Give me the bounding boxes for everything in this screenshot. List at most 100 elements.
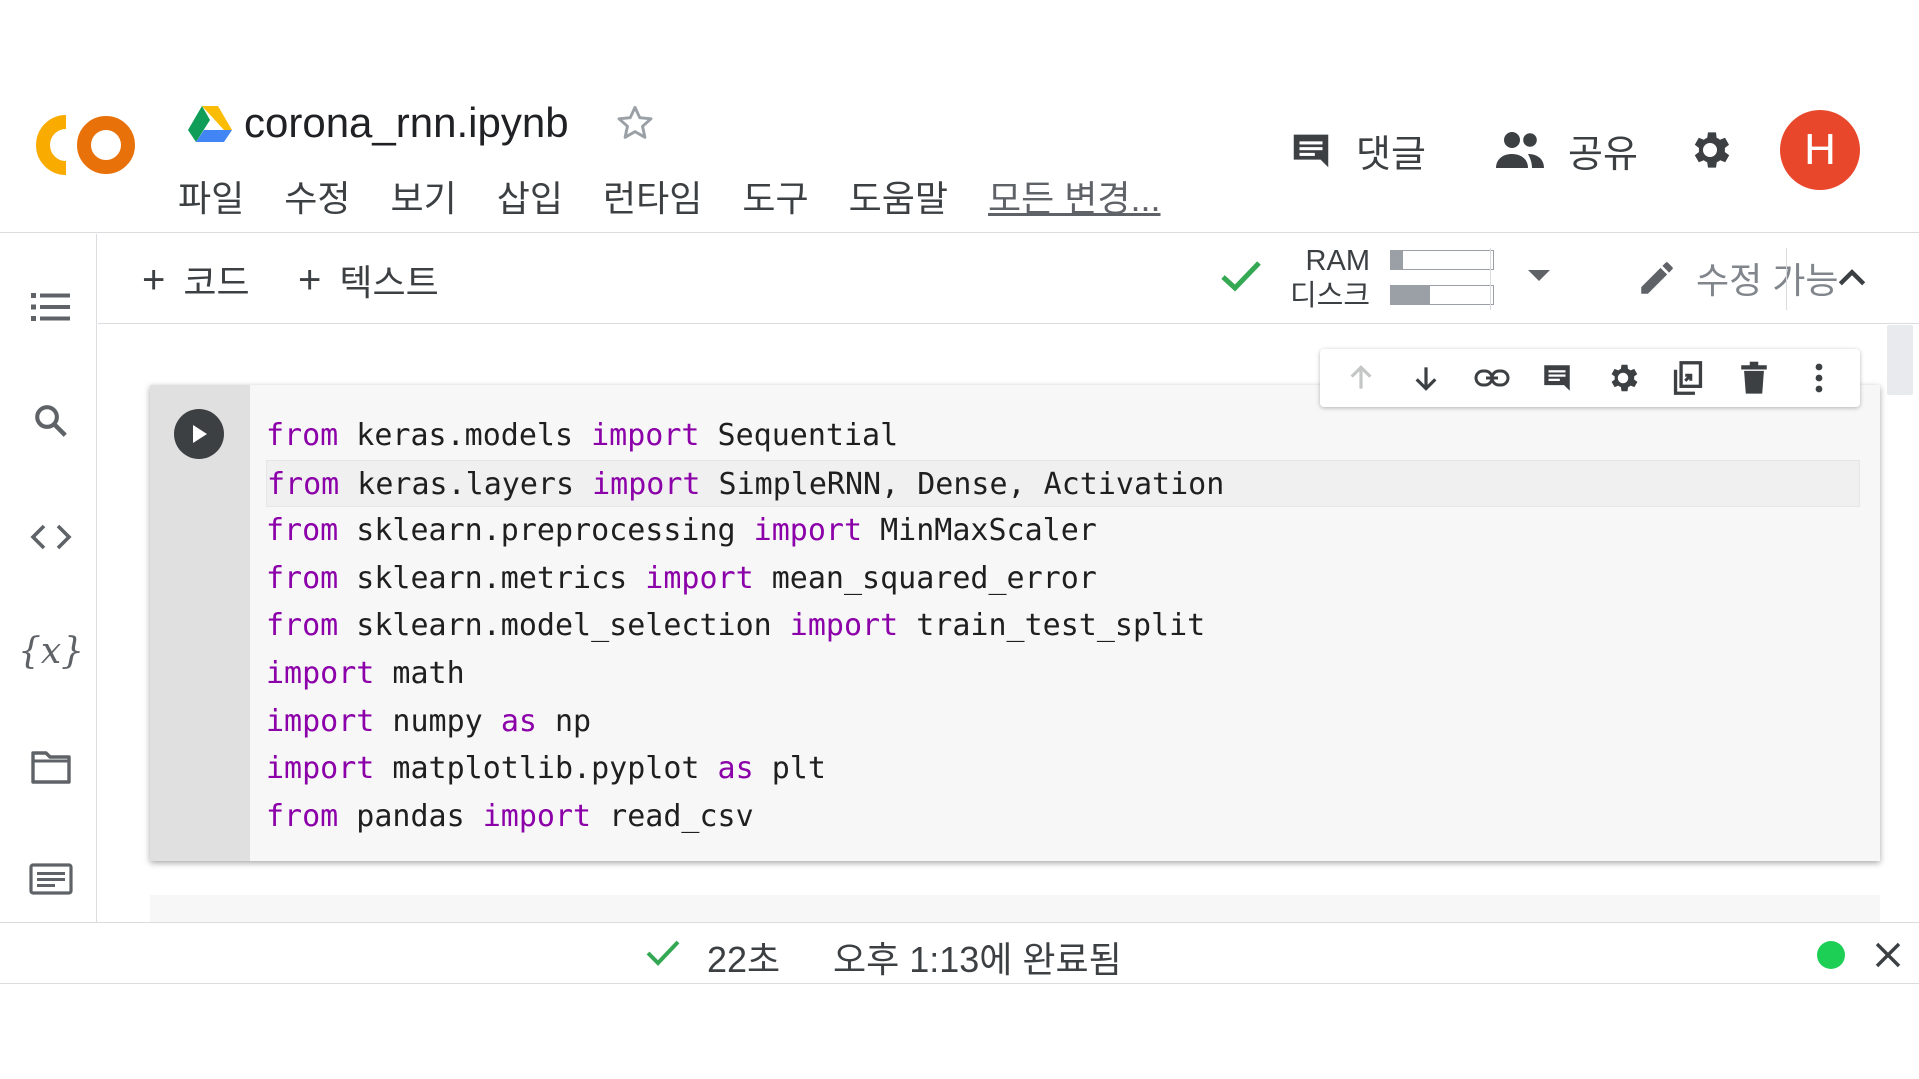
code-snippets-icon[interactable]	[26, 512, 76, 562]
colab-logo[interactable]	[36, 110, 140, 180]
menu-edit[interactable]: 수정	[284, 170, 350, 222]
code-line[interactable]: from sklearn.preprocessing import MinMax…	[266, 507, 1860, 555]
drive-icon	[188, 106, 232, 142]
connected-check-icon[interactable]	[1220, 258, 1262, 294]
share-label: 공유	[1568, 133, 1638, 176]
add-code-label: 코드	[183, 262, 250, 303]
code-line[interactable]: from sklearn.metrics import mean_squared…	[266, 555, 1860, 603]
code-token: sklearn.model_selection	[338, 608, 790, 644]
mirror-cell-icon[interactable]	[1666, 356, 1710, 400]
menu-runtime[interactable]: 런타임	[603, 170, 702, 222]
notebook-toolbar: + 코드 + 텍스트 RAM 디스크 수정 가능	[98, 234, 1919, 324]
plus-icon: +	[142, 257, 166, 302]
account-avatar[interactable]: H	[1780, 110, 1860, 190]
plus-icon: +	[298, 257, 322, 302]
all-changes-link[interactable]: 모든 변경...	[988, 170, 1161, 222]
code-keyword: import	[482, 798, 592, 834]
toc-icon[interactable]	[26, 282, 76, 332]
menu-bar: 파일 수정 보기 삽입 런타임 도구 도움말 모든 변경...	[178, 170, 1201, 222]
code-keyword: from	[266, 513, 339, 549]
header: corona_rnn.ipynb 파일 수정 보기 삽입 런타임 도구 도움말 …	[0, 0, 1919, 233]
menu-help[interactable]: 도움말	[849, 170, 948, 222]
code-keyword: from	[266, 798, 339, 834]
code-line[interactable]: import math	[266, 650, 1860, 698]
toolbar-divider	[1786, 248, 1787, 310]
code-keyword: import	[591, 418, 700, 453]
arrow-up-icon[interactable]	[1339, 356, 1383, 400]
code-editor[interactable]: from keras.models import Sequential from …	[266, 412, 1860, 840]
completion-time[interactable]: 오후 1:13에 완료됨	[833, 931, 1122, 983]
code-line[interactable]: from keras.layers import SimpleRNN, Dens…	[266, 459, 1860, 508]
variables-icon[interactable]: {x}	[18, 626, 84, 676]
cell-toolbar	[1320, 349, 1860, 407]
status-bar: 22초 오후 1:13에 완료됨	[0, 922, 1919, 984]
share-button[interactable]: 공유	[1494, 118, 1638, 182]
code-line[interactable]: import numpy as np	[266, 698, 1860, 746]
run-cell-button[interactable]	[174, 409, 224, 459]
menu-insert[interactable]: 삽입	[497, 170, 563, 222]
link-icon[interactable]	[1470, 356, 1514, 400]
code-keyword: as	[717, 751, 754, 787]
code-keyword: import	[266, 655, 375, 691]
ram-label: RAM	[1305, 245, 1370, 277]
edit-mode-button[interactable]: 수정 가능	[1636, 252, 1838, 304]
comment-button[interactable]: 댓글	[1288, 118, 1426, 182]
disk-label: 디스크	[1289, 280, 1370, 312]
add-code-button[interactable]: + 코드	[142, 254, 250, 306]
gear-icon	[1694, 132, 1730, 168]
code-keyword: import	[266, 703, 375, 739]
menu-file[interactable]: 파일	[178, 170, 244, 222]
comment-icon[interactable]	[1535, 356, 1579, 400]
trash-icon[interactable]	[1732, 356, 1776, 400]
code-keyword: import	[645, 560, 754, 596]
settings-button[interactable]	[1686, 118, 1734, 182]
disk-usage-bar	[1390, 285, 1494, 305]
code-line[interactable]: from pandas import read_csv	[266, 793, 1860, 841]
people-icon	[1496, 132, 1544, 168]
code-token: plt	[753, 751, 826, 787]
pencil-icon	[1641, 262, 1673, 294]
code-token: math	[374, 655, 465, 691]
scrollbar-thumb[interactable]	[1887, 325, 1913, 395]
connection-status-indicator	[1817, 941, 1845, 969]
code-cell[interactable]: from keras.models import Sequential from …	[150, 385, 1880, 861]
ram-usage-fill	[1391, 251, 1404, 269]
variables-glyph: {x}	[17, 630, 85, 672]
notebook-title[interactable]: corona_rnn.ipynb	[244, 99, 569, 147]
code-keyword: import	[266, 751, 375, 787]
chevron-up-icon[interactable]	[1832, 258, 1872, 298]
more-vert-icon[interactable]	[1797, 356, 1841, 400]
code-line[interactable]: import matplotlib.pyplot as plt	[266, 745, 1860, 793]
files-icon[interactable]	[26, 742, 76, 792]
disk-usage-fill	[1391, 286, 1430, 304]
menu-tools[interactable]: 도구	[742, 170, 808, 222]
code-token: keras.layers	[339, 466, 593, 502]
resource-labels[interactable]: RAM 디스크	[1278, 244, 1370, 314]
add-text-label: 텍스트	[339, 262, 439, 303]
runtime-dropdown-icon[interactable]	[1528, 270, 1550, 281]
code-token: pandas	[338, 798, 483, 834]
code-token: MinMaxScaler	[862, 513, 1097, 549]
edit-mode-label: 수정 가능	[1696, 260, 1839, 301]
code-line[interactable]: from sklearn.model_selection import trai…	[266, 602, 1860, 650]
execution-duration: 22초	[707, 939, 781, 980]
next-cell[interactable]	[150, 895, 1880, 922]
gear-icon[interactable]	[1601, 356, 1645, 400]
menu-view[interactable]: 보기	[391, 170, 457, 222]
comment-icon	[1293, 134, 1329, 168]
close-icon[interactable]	[1874, 941, 1902, 969]
code-token: sklearn.preprocessing	[338, 513, 754, 549]
search-icon[interactable]	[26, 396, 76, 446]
left-sidebar: {x}	[0, 234, 97, 922]
terminal-icon[interactable]	[26, 854, 76, 904]
code-token: SimpleRNN, Dense, Activation	[700, 466, 1225, 502]
ram-usage-bar	[1390, 250, 1494, 270]
add-text-button[interactable]: + 텍스트	[298, 254, 439, 306]
arrow-down-icon[interactable]	[1404, 356, 1448, 400]
star-icon[interactable]	[613, 101, 657, 145]
code-line[interactable]: from keras.models import Sequential	[266, 412, 1860, 460]
code-token: mean_squared_error	[753, 560, 1097, 596]
code-token: matplotlib.pyplot	[374, 751, 718, 787]
notebook-content[interactable]: from keras.models import Sequential from …	[98, 325, 1919, 922]
code-keyword: import	[789, 608, 899, 644]
